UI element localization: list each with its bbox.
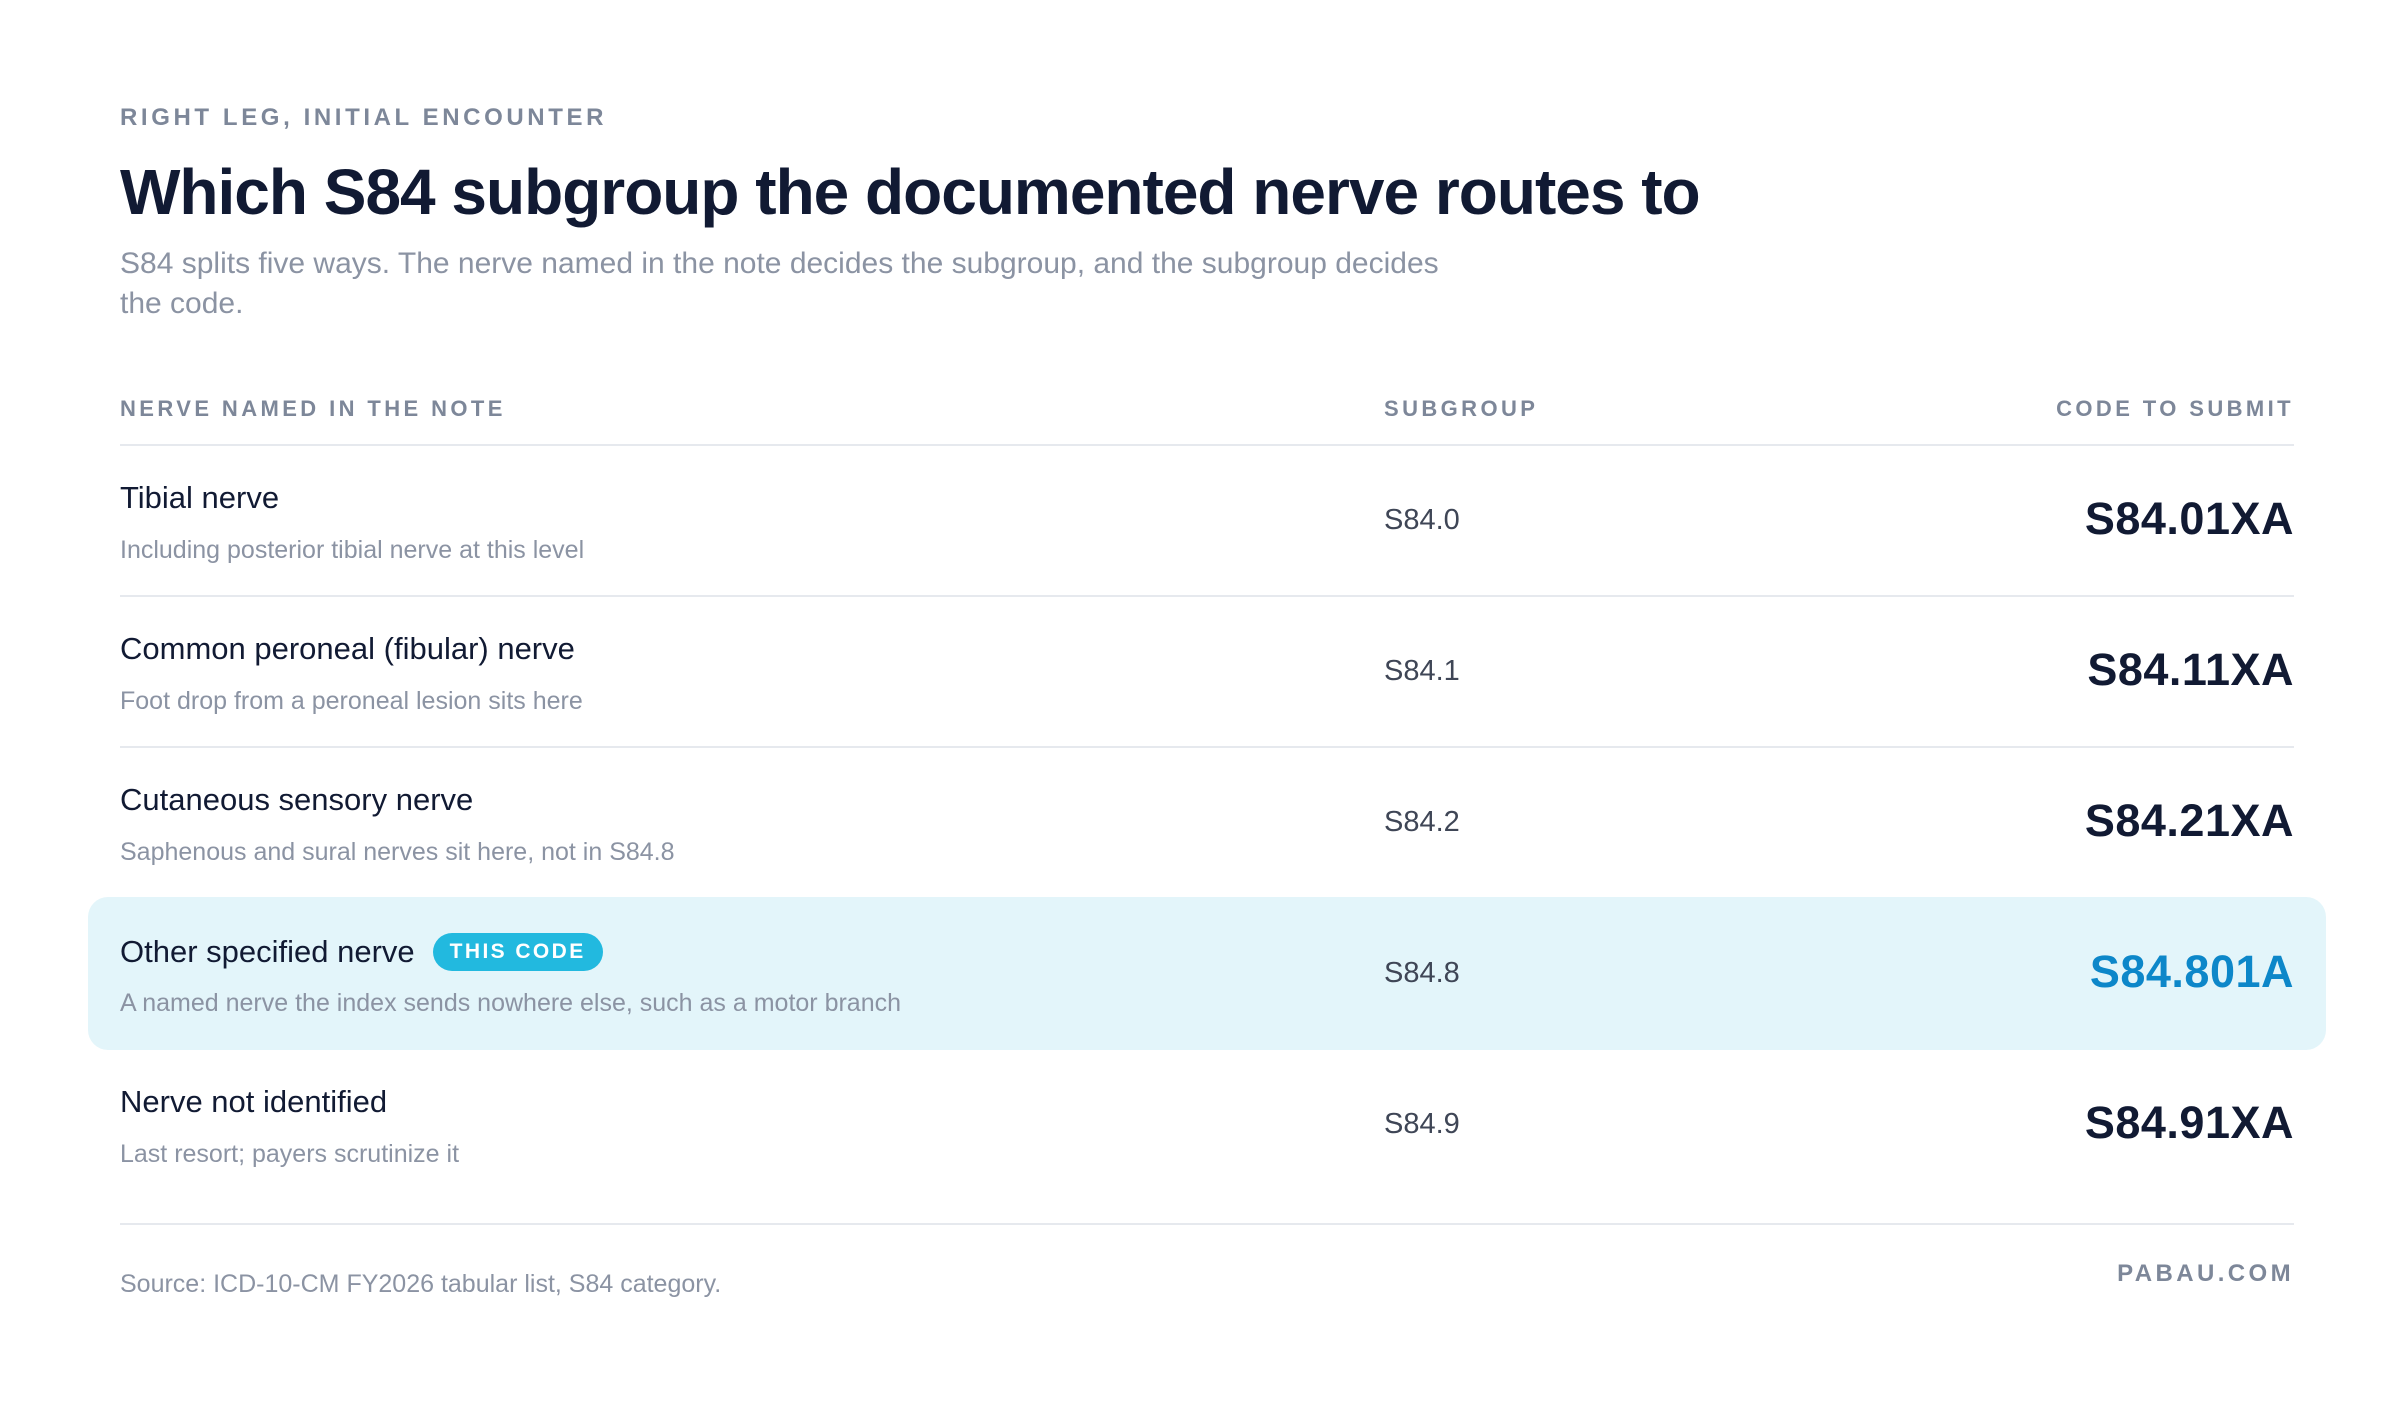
nerve-cell: Tibial nerve [120,480,279,516]
code-value: S84.01XA [2084,493,2294,544]
nerve-name: Cutaneous sensory nerve [120,782,474,817]
nerve-note: Saphenous and sural nerves sit here, not… [120,838,675,866]
table-bottom-divider [120,1199,2294,1225]
code-routing-table: NERVE NAMED IN THE NOTE SUBGROUP CODE TO… [88,380,2326,1225]
table-row: Tibial nerve Including posterior tibial … [120,446,2294,597]
nerve-cell: Common peroneal (fibular) nerve [120,631,575,667]
code-value: S84.91XA [2084,1097,2294,1148]
nerve-name: Other specified nerve [120,934,415,969]
source-note: Source: ICD-10-CM FY2026 tabular list, S… [120,1270,722,1298]
brand-label: PABAU.COM [2117,1260,2294,1287]
page: RIGHT LEG, INITIAL ENCOUNTER Which S84 s… [0,0,2400,1424]
table-row: Nerve not identified Last resort; payers… [120,1050,2294,1199]
nerve-note: A named nerve the index sends nowhere el… [120,989,902,1017]
page-title: Which S84 subgroup the documented nerve … [120,156,1701,228]
nerve-cell: Nerve not identified [120,1084,387,1120]
nerve-note: Foot drop from a peroneal lesion sits he… [120,687,583,715]
footer: Source: ICD-10-CM FY2026 tabular list, S… [120,1228,2294,1298]
code-value: S84.21XA [2084,795,2294,846]
nerve-name: Nerve not identified [120,1084,388,1119]
this-code-badge: THIS CODE [432,933,603,971]
nerve-name: Tibial nerve [120,480,280,515]
highlight-background [88,897,2326,1050]
nerve-name: Common peroneal (fibular) nerve [120,631,575,666]
table-row: Cutaneous sensory nerve Saphenous and su… [120,748,2294,899]
code-value: S84.11XA [2087,644,2294,695]
table-row-highlighted: Other specified nerve THIS CODE A named … [88,897,2326,1050]
subgroup-value: S84.9 [1384,1108,1460,1140]
column-header-code: CODE TO SUBMIT [2056,396,2294,421]
nerve-cell: Other specified nerve THIS CODE [120,933,603,971]
nerve-note: Last resort; payers scrutinize it [120,1140,460,1168]
column-header-nerve: NERVE NAMED IN THE NOTE [120,396,506,421]
code-value: S84.801A [2089,946,2294,997]
subgroup-value: S84.8 [1384,957,1460,989]
page-subtitle: S84 splits five ways. The nerve named in… [120,247,1439,320]
table-header: NERVE NAMED IN THE NOTE SUBGROUP CODE TO… [120,380,2294,446]
eyebrow-label: RIGHT LEG, INITIAL ENCOUNTER [120,104,608,131]
column-header-subgroup: SUBGROUP [1384,396,1539,421]
subgroup-value: S84.2 [1384,806,1460,838]
subgroup-value: S84.0 [1384,504,1460,536]
nerve-note: Including posterior tibial nerve at this… [120,536,585,564]
table-row: Common peroneal (fibular) nerve Foot dro… [120,597,2294,748]
nerve-cell: Cutaneous sensory nerve [120,782,473,818]
subgroup-value: S84.1 [1384,655,1460,687]
